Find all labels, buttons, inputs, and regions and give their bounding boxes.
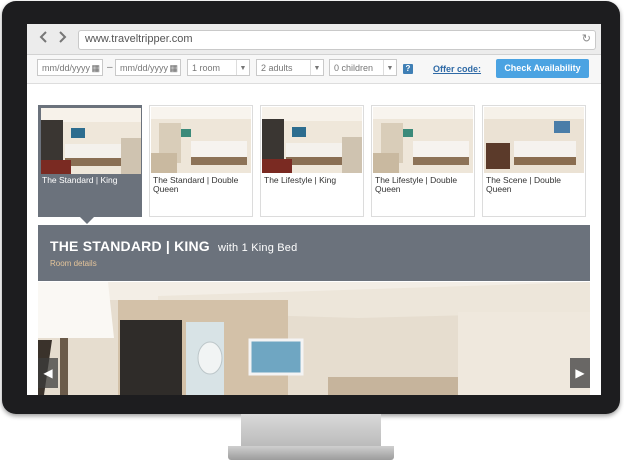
room-details-link[interactable]: Room details: [50, 259, 97, 268]
room-thumbnail: [373, 107, 473, 173]
offer-code-link[interactable]: Offer code:: [433, 64, 481, 74]
room-title: THE STANDARD | KING with 1 King Bed: [50, 238, 297, 254]
active-card-pointer: [80, 217, 94, 224]
room-card-lifestyle-king[interactable]: The Lifestyle | King: [260, 105, 364, 217]
url-text: www.traveltripper.com: [85, 33, 193, 45]
room-thumbnail: [484, 107, 584, 173]
chevron-down-icon: ▼: [310, 60, 323, 75]
room-hero-image: ◀ ▶: [38, 282, 590, 395]
checkout-date-input[interactable]: mm/dd/yyyy ▦: [115, 59, 181, 76]
date-separator: –: [107, 62, 113, 73]
monitor-frame: www.traveltripper.com ↻ mm/dd/yyyy ▦ – m…: [2, 1, 620, 414]
children-select[interactable]: 0 children ▼: [329, 59, 397, 76]
chevron-down-icon: ▼: [383, 60, 396, 75]
check-availability-button[interactable]: Check Availability: [496, 59, 589, 78]
room-card-label: The Lifestyle | King: [264, 175, 337, 185]
monitor-stand-base: [228, 446, 394, 460]
room-card-label: The Standard | King: [42, 175, 118, 185]
adults-value: 2 adults: [261, 63, 293, 73]
room-thumbnail: [151, 107, 251, 173]
room-title-text: THE STANDARD | KING: [50, 238, 210, 254]
room-card-scene-double-queen[interactable]: The Scene | Double Queen: [482, 105, 586, 217]
checkin-placeholder: mm/dd/yyyy: [42, 63, 91, 73]
room-subtitle: with 1 King Bed: [218, 242, 298, 254]
rooms-select[interactable]: 1 room ▼: [187, 59, 250, 76]
monitor-stand: [241, 414, 381, 448]
booking-bar: mm/dd/yyyy ▦ – mm/dd/yyyy ▦ 1 room ▼ 2 a…: [27, 55, 601, 84]
forward-icon[interactable]: [54, 30, 70, 46]
checkout-placeholder: mm/dd/yyyy: [120, 63, 169, 73]
browser-toolbar: www.traveltripper.com ↻: [27, 24, 601, 55]
room-card-label: The Lifestyle | Double Queen: [375, 175, 458, 194]
room-header: THE STANDARD | KING with 1 King Bed Room…: [38, 225, 590, 281]
calendar-icon[interactable]: ▦: [169, 60, 178, 77]
help-icon[interactable]: ?: [403, 64, 413, 74]
calendar-icon[interactable]: ▦: [91, 60, 100, 77]
children-value: 0 children: [334, 63, 374, 73]
room-card-label: The Standard | Double Queen: [153, 175, 239, 194]
next-image-arrow[interactable]: ▶: [570, 358, 590, 388]
chevron-down-icon: ▼: [236, 60, 249, 75]
checkin-date-input[interactable]: mm/dd/yyyy ▦: [37, 59, 103, 76]
room-thumbnail: [41, 108, 141, 174]
room-card-label: The Scene | Double Queen: [486, 175, 561, 194]
rooms-value: 1 room: [192, 63, 221, 73]
prev-image-arrow[interactable]: ◀: [38, 358, 58, 388]
room-card-lifestyle-double-queen[interactable]: The Lifestyle | Double Queen: [371, 105, 475, 217]
reload-icon[interactable]: ↻: [582, 32, 591, 45]
room-thumbnail: [262, 107, 362, 173]
adults-select[interactable]: 2 adults ▼: [256, 59, 324, 76]
room-card-standard-king[interactable]: The Standard | King: [38, 105, 142, 217]
screen: www.traveltripper.com ↻ mm/dd/yyyy ▦ – m…: [27, 24, 601, 395]
address-bar[interactable]: www.traveltripper.com ↻: [78, 30, 596, 50]
back-icon[interactable]: [36, 30, 52, 46]
room-card-standard-double-queen[interactable]: The Standard | Double Queen: [149, 105, 253, 217]
